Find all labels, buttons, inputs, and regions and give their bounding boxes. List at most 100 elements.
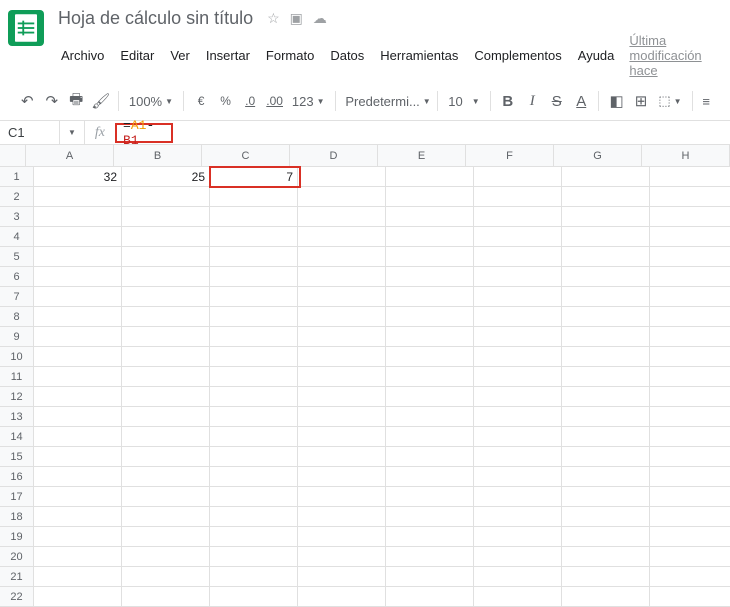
row-header-12[interactable]: 12 — [0, 387, 34, 407]
cell-E1[interactable] — [386, 167, 474, 187]
cell-G12[interactable] — [562, 387, 650, 407]
row-header-13[interactable]: 13 — [0, 407, 34, 427]
cell-G5[interactable] — [562, 247, 650, 267]
cell-E4[interactable] — [386, 227, 474, 247]
cell-E7[interactable] — [386, 287, 474, 307]
cell-G6[interactable] — [562, 267, 650, 287]
cell-F20[interactable] — [474, 547, 562, 567]
cell-C16[interactable] — [210, 467, 298, 487]
cell-D16[interactable] — [298, 467, 386, 487]
cell-G18[interactable] — [562, 507, 650, 527]
cell-E22[interactable] — [386, 587, 474, 607]
cell-D1[interactable] — [298, 167, 386, 187]
cell-B4[interactable] — [122, 227, 210, 247]
cell-A17[interactable] — [34, 487, 122, 507]
row-header-5[interactable]: 5 — [0, 247, 34, 267]
cell-A20[interactable] — [34, 547, 122, 567]
menu-ver[interactable]: Ver — [163, 44, 197, 67]
cell-G15[interactable] — [562, 447, 650, 467]
cell-A5[interactable] — [34, 247, 122, 267]
cell-B20[interactable] — [122, 547, 210, 567]
cell-E10[interactable] — [386, 347, 474, 367]
cell-A18[interactable] — [34, 507, 122, 527]
cell-D17[interactable] — [298, 487, 386, 507]
cell-F16[interactable] — [474, 467, 562, 487]
cell-D13[interactable] — [298, 407, 386, 427]
cell-G4[interactable] — [562, 227, 650, 247]
cell-C7[interactable] — [210, 287, 298, 307]
cell-A11[interactable] — [34, 367, 122, 387]
cell-E5[interactable] — [386, 247, 474, 267]
cell-G16[interactable] — [562, 467, 650, 487]
cell-F12[interactable] — [474, 387, 562, 407]
cell-A21[interactable] — [34, 567, 122, 587]
row-header-18[interactable]: 18 — [0, 507, 34, 527]
cell-F5[interactable] — [474, 247, 562, 267]
cell-B2[interactable] — [122, 187, 210, 207]
cell-F9[interactable] — [474, 327, 562, 347]
name-box-dropdown-icon[interactable]: ▼ — [60, 121, 85, 144]
cell-H18[interactable] — [650, 507, 730, 527]
row-header-1[interactable]: 1 — [0, 167, 34, 187]
cell-H8[interactable] — [650, 307, 730, 327]
cell-C19[interactable] — [210, 527, 298, 547]
row-header-10[interactable]: 10 — [0, 347, 34, 367]
cell-F21[interactable] — [474, 567, 562, 587]
row-header-22[interactable]: 22 — [0, 587, 34, 607]
row-header-21[interactable]: 21 — [0, 567, 34, 587]
cell-H1[interactable] — [650, 167, 730, 187]
cell-C18[interactable] — [210, 507, 298, 527]
cell-H10[interactable] — [650, 347, 730, 367]
cell-C13[interactable] — [210, 407, 298, 427]
horizontal-align-dropdown[interactable]: ≡ — [698, 88, 714, 114]
cell-B19[interactable] — [122, 527, 210, 547]
cell-H12[interactable] — [650, 387, 730, 407]
cell-C21[interactable] — [210, 567, 298, 587]
menu-ayuda[interactable]: Ayuda — [571, 44, 622, 67]
column-header-A[interactable]: A — [26, 145, 114, 167]
currency-button[interactable]: € — [190, 88, 213, 114]
cell-B1[interactable]: 25 — [122, 167, 210, 187]
cell-C10[interactable] — [210, 347, 298, 367]
cell-E9[interactable] — [386, 327, 474, 347]
menu-herramientas[interactable]: Herramientas — [373, 44, 465, 67]
cell-E2[interactable] — [386, 187, 474, 207]
cell-D18[interactable] — [298, 507, 386, 527]
cell-A1[interactable]: 32 — [34, 167, 122, 187]
cell-H7[interactable] — [650, 287, 730, 307]
cell-G22[interactable] — [562, 587, 650, 607]
cell-B10[interactable] — [122, 347, 210, 367]
cell-E8[interactable] — [386, 307, 474, 327]
cell-A22[interactable] — [34, 587, 122, 607]
cell-H13[interactable] — [650, 407, 730, 427]
cell-F13[interactable] — [474, 407, 562, 427]
cell-B3[interactable] — [122, 207, 210, 227]
cell-A15[interactable] — [34, 447, 122, 467]
text-color-button[interactable]: A — [570, 88, 593, 114]
cell-H11[interactable] — [650, 367, 730, 387]
column-header-G[interactable]: G — [554, 145, 642, 167]
cell-G14[interactable] — [562, 427, 650, 447]
name-box[interactable]: C1 — [0, 121, 60, 144]
row-header-14[interactable]: 14 — [0, 427, 34, 447]
cell-G7[interactable] — [562, 287, 650, 307]
cell-B5[interactable] — [122, 247, 210, 267]
cell-A16[interactable] — [34, 467, 122, 487]
cell-A8[interactable] — [34, 307, 122, 327]
cell-A9[interactable] — [34, 327, 122, 347]
cell-H4[interactable] — [650, 227, 730, 247]
cell-F3[interactable] — [474, 207, 562, 227]
column-header-H[interactable]: H — [642, 145, 730, 167]
cell-C9[interactable] — [210, 327, 298, 347]
cell-H19[interactable] — [650, 527, 730, 547]
menu-archivo[interactable]: Archivo — [54, 44, 111, 67]
cell-B7[interactable] — [122, 287, 210, 307]
cell-H2[interactable] — [650, 187, 730, 207]
cell-G1[interactable] — [562, 167, 650, 187]
cell-D2[interactable] — [298, 187, 386, 207]
cell-B12[interactable] — [122, 387, 210, 407]
cell-F2[interactable] — [474, 187, 562, 207]
cell-H16[interactable] — [650, 467, 730, 487]
cell-F18[interactable] — [474, 507, 562, 527]
cell-C5[interactable] — [210, 247, 298, 267]
